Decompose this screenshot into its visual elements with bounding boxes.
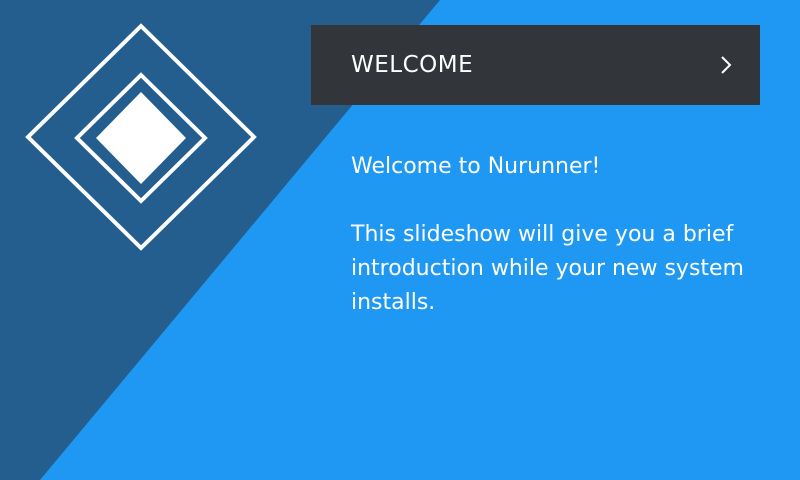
installer-slide: WELCOME Welcome to Nurunner! This slides… — [0, 0, 800, 480]
slideshow-description: This slideshow will give you a brief int… — [351, 222, 744, 315]
slide-content: Welcome to Nurunner! This slideshow will… — [351, 150, 751, 320]
chevron-right-icon[interactable] — [718, 53, 734, 77]
welcome-message: Welcome to Nurunner! — [351, 154, 601, 179]
slide-title: WELCOME — [351, 51, 474, 78]
slide-title-bar[interactable]: WELCOME — [311, 25, 760, 105]
